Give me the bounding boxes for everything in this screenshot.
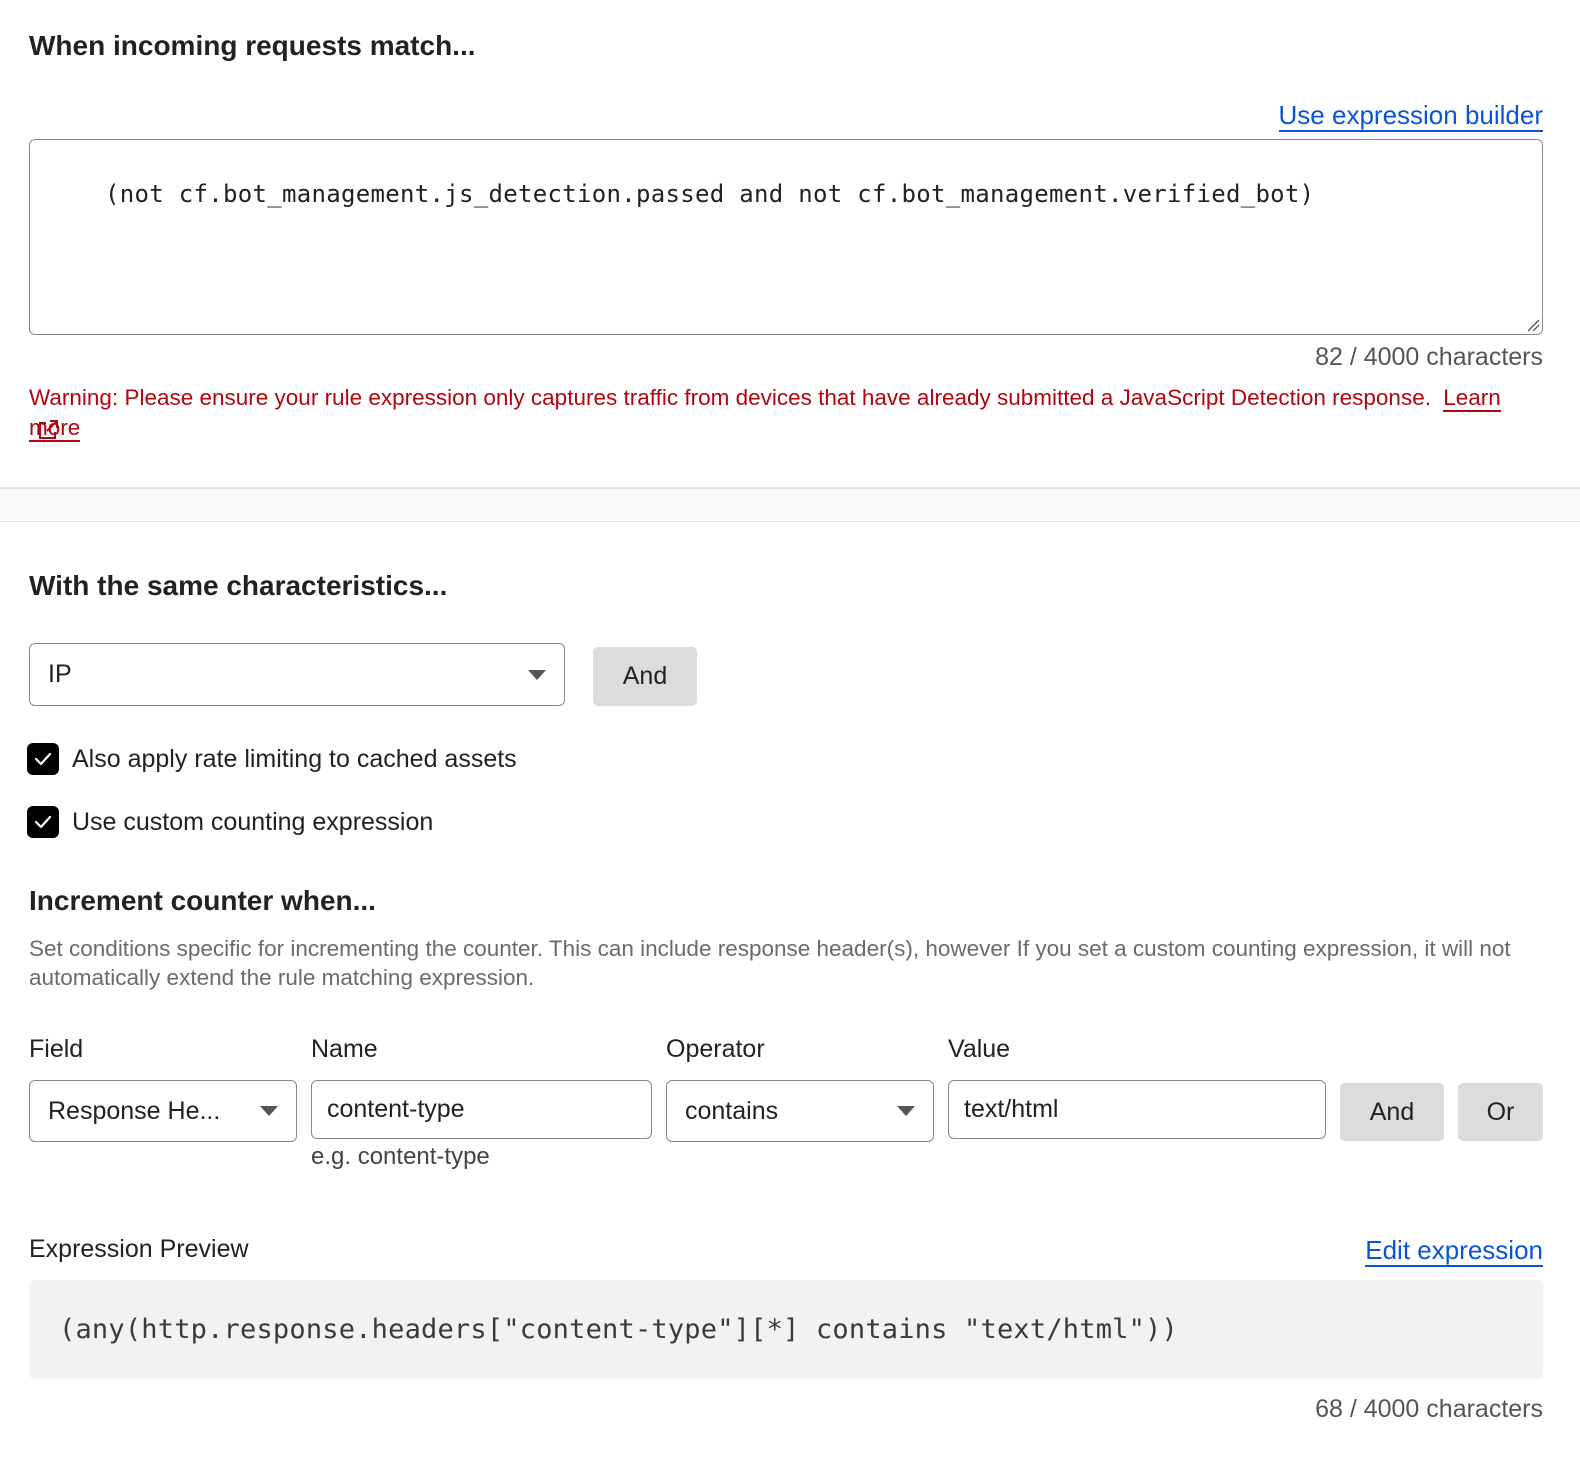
custom-counting-checkbox-row[interactable]: Use custom counting expression	[27, 806, 433, 838]
rule-char-count: 82 / 4000 characters	[1315, 343, 1543, 371]
use-expression-builder-link[interactable]: Use expression builder	[1278, 100, 1543, 132]
value-input-value: text/html	[964, 1095, 1059, 1123]
rule-expression-textarea[interactable]: (not cf.bot_management.js_detection.pass…	[29, 139, 1543, 335]
characteristics-heading: With the same characteristics...	[29, 570, 448, 601]
cached-assets-checkbox[interactable]	[27, 743, 59, 775]
section-divider	[0, 487, 1580, 522]
counter-or-button[interactable]: Or	[1458, 1083, 1543, 1141]
characteristic-and-button[interactable]: And	[593, 647, 697, 706]
preview-char-count: 68 / 4000 characters	[1315, 1395, 1543, 1423]
external-link-icon[interactable]	[36, 418, 60, 442]
custom-counting-checkbox[interactable]	[27, 806, 59, 838]
warning-message: Warning: Please ensure your rule express…	[29, 383, 1544, 443]
match-section: When incoming requests match... Use expr…	[0, 0, 1580, 487]
chevron-down-icon	[897, 1106, 915, 1116]
counter-heading: Increment counter when...	[29, 885, 376, 916]
header-name-hint: e.g. content-type	[311, 1143, 490, 1170]
edit-expression-link[interactable]: Edit expression	[1365, 1235, 1543, 1267]
custom-counting-label: Use custom counting expression	[72, 807, 434, 836]
header-name-input[interactable]: content-type	[311, 1080, 652, 1139]
checkmark-icon	[34, 752, 52, 766]
expression-preview-text: (any(http.response.headers["content-type…	[59, 1314, 1178, 1345]
name-label: Name	[311, 1035, 378, 1063]
operator-select-value: contains	[685, 1096, 779, 1125]
characteristic-select-value: IP	[48, 660, 72, 688]
value-input[interactable]: text/html	[948, 1080, 1326, 1139]
characteristic-select[interactable]: IP	[29, 643, 565, 706]
chevron-down-icon	[260, 1106, 278, 1116]
value-label: Value	[948, 1035, 1011, 1063]
expression-preview-label: Expression Preview	[29, 1235, 249, 1263]
field-select-value: Response He...	[48, 1096, 221, 1125]
operator-select[interactable]: contains	[666, 1080, 934, 1142]
operator-label: Operator	[666, 1035, 765, 1063]
match-heading: When incoming requests match...	[29, 30, 476, 61]
resize-grip-icon[interactable]	[1526, 318, 1540, 332]
counter-description: Set conditions specific for incrementing…	[29, 936, 1511, 990]
field-select[interactable]: Response He...	[29, 1080, 297, 1142]
checkmark-icon	[34, 815, 52, 829]
warning-text: Warning: Please ensure your rule express…	[29, 385, 1431, 410]
cached-assets-checkbox-row[interactable]: Also apply rate limiting to cached asset…	[27, 743, 517, 775]
counter-and-button[interactable]: And	[1340, 1083, 1444, 1141]
cached-assets-label: Also apply rate limiting to cached asset…	[72, 744, 517, 773]
header-name-value: content-type	[327, 1095, 465, 1123]
rule-expression-text: (not cf.bot_management.js_detection.pass…	[105, 180, 1315, 208]
chevron-down-icon	[528, 669, 546, 680]
field-label: Field	[29, 1035, 84, 1063]
expression-preview-box: (any(http.response.headers["content-type…	[29, 1280, 1543, 1379]
